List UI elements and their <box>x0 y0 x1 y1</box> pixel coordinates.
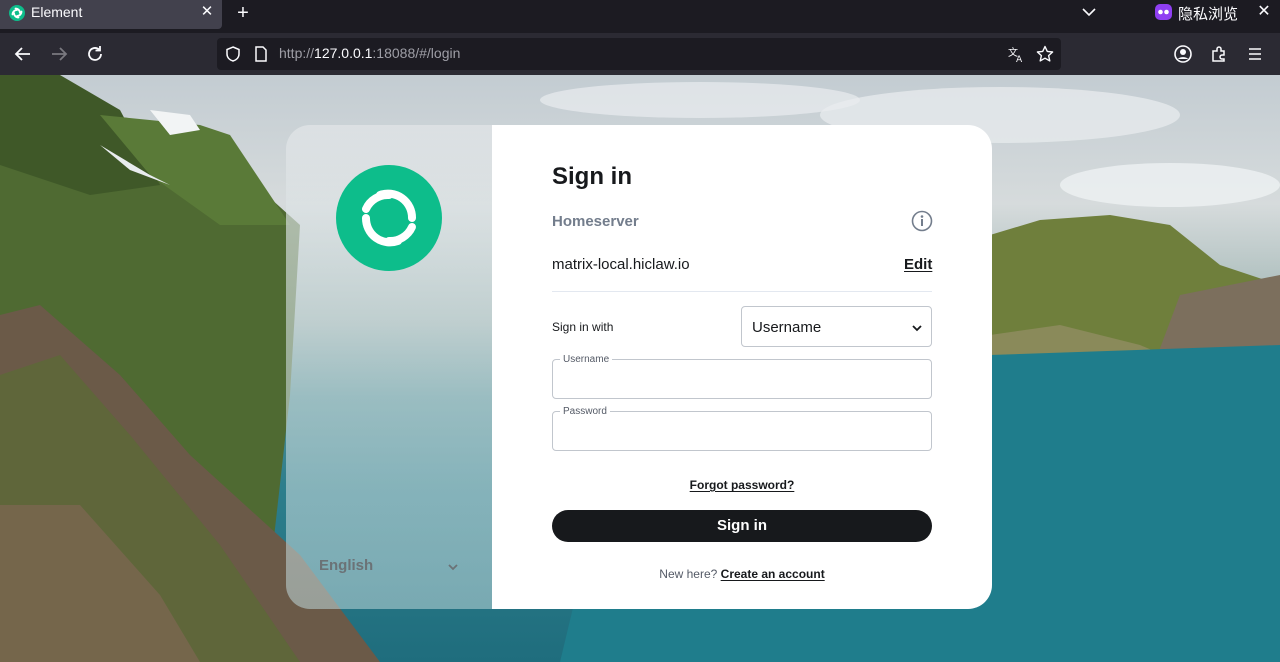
login-form-panel: Sign in Homeserver matrix-local.hiclaw.i… <box>492 125 992 609</box>
login-card: English Sign in Homeserver matrix-local.… <box>286 125 992 609</box>
chevron-down-icon[interactable] <box>1080 4 1098 20</box>
url-scheme: http:// <box>279 45 315 61</box>
sign-in-with-label: Sign in with <box>552 320 614 334</box>
username-input[interactable] <box>563 368 921 392</box>
element-icon <box>9 5 25 21</box>
url-text: http://127.0.0.1:18088/#/login <box>279 45 460 61</box>
translate-icon[interactable]: 文A <box>1007 45 1025 68</box>
chevron-down-icon <box>911 321 923 339</box>
url-path: :18088/#/login <box>372 45 461 61</box>
tab-title: Element <box>31 4 83 20</box>
signup-prompt: New here? Create an account <box>552 567 932 581</box>
info-icon[interactable] <box>910 209 934 233</box>
chevron-down-icon <box>447 560 459 578</box>
language-selector[interactable]: English <box>319 555 461 579</box>
private-browsing-label: 隐私浏览 <box>1178 6 1239 23</box>
auth-aside-panel: English <box>286 125 492 609</box>
back-icon[interactable] <box>11 42 35 66</box>
window-close-icon[interactable]: ✕ <box>1254 2 1274 22</box>
browser-navigation-bar: http://127.0.0.1:18088/#/login 文A <box>0 33 1280 75</box>
extensions-icon[interactable] <box>1207 42 1231 66</box>
url-host: 127.0.0.1 <box>314 45 373 61</box>
create-account-link[interactable]: Create an account <box>721 567 825 581</box>
star-icon[interactable] <box>1035 44 1055 69</box>
shield-icon[interactable] <box>224 45 242 68</box>
page-icon[interactable] <box>252 45 270 68</box>
element-logo-icon <box>336 165 442 271</box>
account-icon[interactable] <box>1171 42 1195 66</box>
sign-in-method-select[interactable]: Username <box>741 306 932 347</box>
homeserver-label: Homeserver <box>552 213 639 230</box>
username-label: Username <box>560 354 613 365</box>
url-bar[interactable]: http://127.0.0.1:18088/#/login 文A <box>217 38 1061 70</box>
sign-in-button[interactable]: Sign in <box>552 510 932 542</box>
divider <box>552 291 932 292</box>
page-title: Sign in <box>552 163 632 190</box>
password-label: Password <box>560 406 610 417</box>
password-field[interactable]: Password <box>552 406 932 451</box>
reload-icon[interactable] <box>83 42 107 66</box>
menu-icon[interactable] <box>1243 42 1267 66</box>
forgot-password-link[interactable]: Forgot password? <box>552 478 932 492</box>
forward-icon[interactable] <box>47 42 71 66</box>
password-input[interactable] <box>563 420 921 444</box>
signup-prompt-text: New here? <box>659 567 718 581</box>
language-label: English <box>319 557 374 574</box>
homeserver-value: matrix-local.hiclaw.io <box>552 256 690 273</box>
edit-homeserver-link[interactable]: Edit <box>904 256 932 273</box>
browser-tab-element[interactable]: Element ✕ <box>0 0 222 29</box>
username-field[interactable]: Username <box>552 354 932 399</box>
browser-tab-strip: Element ✕ + 隐私浏览 ✕ <box>0 0 1280 33</box>
sign-in-method-value: Username <box>752 319 822 336</box>
new-tab-button[interactable]: + <box>231 2 255 24</box>
private-browsing-icon <box>1155 4 1172 20</box>
svg-text:A: A <box>1016 55 1023 63</box>
close-tab-icon[interactable]: ✕ <box>197 1 217 23</box>
